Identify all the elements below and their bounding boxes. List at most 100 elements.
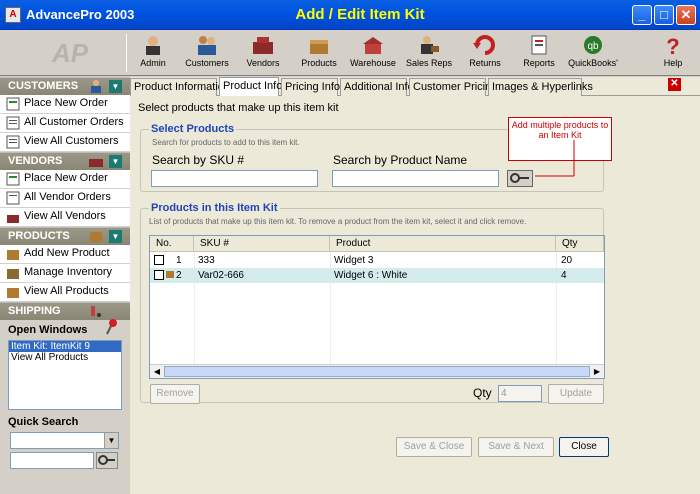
sidebar-item-view-all-vendors[interactable]: View All Vendors [0,208,130,227]
products-icon [7,250,19,260]
open-windows-list[interactable]: Item Kit: ItemKit 9 View All Products [8,340,122,410]
panel-description: Select products that make up this item k… [138,102,339,114]
callout-note: Add multiple products to an Item Kit [508,117,612,161]
products-icon [7,288,19,298]
sidebar-item-view-all-customers[interactable]: View All Customers [0,133,130,152]
list-icon [6,135,20,149]
tab-additional-info[interactable]: Additional Info [340,78,414,96]
close-window-button[interactable]: ✕ [676,5,696,25]
qty-input[interactable]: 4 [498,385,542,402]
toolbar-warehouse[interactable]: Warehouse [346,32,400,74]
table-row[interactable]: 2 Var02-666 Widget 6 : White 4 [150,268,604,283]
products-icon [310,40,328,54]
row-checkbox[interactable] [154,270,164,280]
sidebar-item-label: Manage Inventory [24,266,113,278]
row-sku: Var02-666 [198,270,244,281]
close-button[interactable]: Close [559,437,609,457]
scroll-right-icon[interactable]: ▶ [590,365,604,378]
close-form-button[interactable]: ✕ [668,78,681,91]
quick-search-input[interactable] [10,452,94,469]
open-windows-title: Open Windows [0,318,130,340]
kit-products-table[interactable]: No. SKU # Product Qty 1 333 Widget 3 20 … [149,235,605,379]
collapse-arrow-icon[interactable]: ▼ [109,230,122,243]
form-title: Add / Edit Item Kit [295,6,425,23]
search-products-button[interactable] [507,170,533,187]
scroll-thumb[interactable] [164,366,590,377]
toolbar-admin[interactable]: Admin [126,32,180,74]
orders-list-icon [6,116,20,130]
collapse-arrow-icon[interactable]: ▼ [109,155,122,168]
row-product: Widget 3 [334,255,374,266]
maximize-button[interactable]: □ [654,5,674,25]
tab-product-information[interactable]: Product Information [130,78,230,96]
qty-label: Qty [473,386,492,400]
main-toolbar: AP Admin Customers Vendors Products Ware… [0,30,700,76]
sidebar-item-label: Place New Order [24,97,108,109]
sku-search-input[interactable] [151,170,318,187]
toolbar-sales-reps[interactable]: Sales Reps [402,32,456,74]
toolbar-products[interactable]: Products [292,32,346,74]
toolbar-customers-label: Customers [185,58,229,68]
toolbar-customers[interactable]: Customers [180,32,234,74]
minimize-button[interactable]: _ [632,5,652,25]
remove-button[interactable]: Remove [150,384,200,404]
pushpin-icon[interactable] [104,318,120,336]
quick-search-type-select[interactable]: ▼ [10,432,119,449]
name-search-label: Search by Product Name [333,153,468,167]
column-header[interactable]: Product [330,236,556,252]
sidebar-section-vendors[interactable]: VENDORS ▼ [0,152,130,170]
orders-list-icon [6,191,20,205]
toolbar-quickbooks[interactable]: qb QuickBooks' [566,32,620,74]
tab-images-hyperlinks[interactable]: Images & Hyperlinks [488,78,593,96]
quickbooks-icon: qb [584,36,602,54]
sidebar-section-customers[interactable]: CUSTOMERS ▼ [0,77,130,95]
sidebar-item-label: Place New Order [24,172,108,184]
scroll-left-icon[interactable]: ◀ [150,365,164,378]
toolbar-reports[interactable]: Reports [512,32,566,74]
sidebar-item-place-new-customer-order[interactable]: Place New Order [0,95,130,114]
sidebar-item-add-new-product[interactable]: Add New Product [0,245,130,264]
save-close-button[interactable]: Save & Close [396,437,472,457]
sales-reps-icon [421,36,439,54]
warehouse-icon [363,37,383,54]
sku-search-label: Search by SKU # [152,153,245,167]
update-button[interactable]: Update [548,384,604,404]
sidebar-item-place-new-vendor-order[interactable]: Place New Order [0,170,130,189]
table-row[interactable]: 1 333 Widget 3 20 [150,253,604,268]
horizontal-scrollbar[interactable]: ◀ ▶ [150,364,604,378]
sidebar-section-products[interactable]: PRODUCTS ▼ [0,227,130,245]
column-header[interactable]: Qty [556,236,604,252]
sidebar-item-all-customer-orders[interactable]: All Customer Orders [0,114,130,133]
quick-search-button[interactable] [96,452,118,469]
open-window-item[interactable]: View All Products [9,352,121,363]
toolbar-returns-label: Returns [469,58,501,68]
app-icon: A [5,7,21,23]
chevron-down-icon[interactable]: ▼ [104,433,118,448]
group-title: Select Products [149,123,237,135]
tab-customer-pricing[interactable]: Customer Pricing [409,78,497,96]
sidebar-item-view-all-products[interactable]: View All Products [0,283,130,302]
tab-pricing-info[interactable]: Pricing Info [281,78,340,96]
section-title: VENDORS [8,155,63,167]
variant-icon [166,271,174,278]
save-next-button[interactable]: Save & Next [478,437,554,457]
sidebar-item-label: View All Customers [24,135,119,147]
sidebar: CUSTOMERS ▼ Place New Order All Customer… [0,77,130,494]
toolbar-vendors[interactable]: Vendors [236,32,290,74]
toolbar-admin-label: Admin [140,58,166,68]
open-window-item[interactable]: Item Kit: ItemKit 9 [9,341,121,352]
row-checkbox[interactable] [154,255,164,265]
reports-icon [531,35,547,55]
column-header[interactable]: No. [150,236,194,252]
sidebar-item-all-vendor-orders[interactable]: All Vendor Orders [0,189,130,208]
row-sku: 333 [198,255,215,266]
sidebar-item-manage-inventory[interactable]: Manage Inventory [0,264,130,283]
tab-product-info[interactable]: Product Info [219,77,282,97]
product-name-search-input[interactable] [332,170,499,187]
collapse-arrow-icon[interactable]: ▼ [109,80,122,93]
toolbar-products-label: Products [301,58,337,68]
toolbar-warehouse-label: Warehouse [350,58,396,68]
toolbar-returns[interactable]: Returns [458,32,512,74]
column-header[interactable]: SKU # [194,236,330,252]
toolbar-help[interactable]: ? Help [646,32,700,74]
